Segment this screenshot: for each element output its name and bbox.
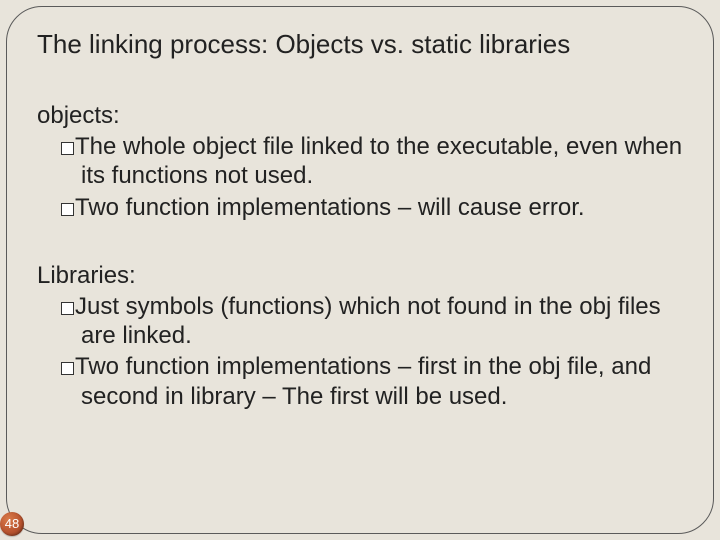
bullet-item: The whole object file linked to the exec… <box>61 132 683 191</box>
page-number-badge: 48 <box>0 512 24 536</box>
bullet-text: Two function implementations – first in … <box>75 353 651 409</box>
bullet-item: Just symbols (functions) which not found… <box>61 292 683 351</box>
square-bullet-icon <box>61 362 74 375</box>
bullet-item: Two function implementations – will caus… <box>61 193 683 222</box>
bullet-item: Two function implementations – first in … <box>61 352 683 411</box>
bullet-text: Two function implementations – will caus… <box>75 194 585 221</box>
square-bullet-icon <box>61 302 74 315</box>
slide-frame: The linking process: Objects vs. static … <box>6 6 714 534</box>
square-bullet-icon <box>61 142 74 155</box>
section-objects-bullets: The whole object file linked to the exec… <box>37 132 683 222</box>
square-bullet-icon <box>61 203 74 216</box>
bullet-text: The whole object file linked to the exec… <box>75 133 682 189</box>
slide-title: The linking process: Objects vs. static … <box>37 29 683 60</box>
section-libraries-label: Libraries: <box>37 262 683 290</box>
bullet-text: Just symbols (functions) which not found… <box>75 293 661 349</box>
section-libraries-bullets: Just symbols (functions) which not found… <box>37 292 683 411</box>
section-objects-label: objects: <box>37 102 683 130</box>
